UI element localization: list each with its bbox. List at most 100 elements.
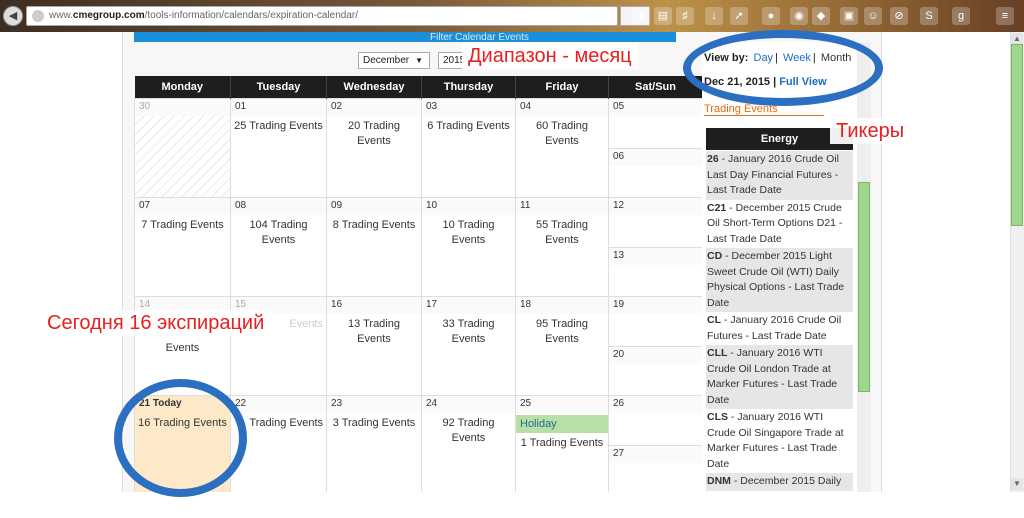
weekday-header: Monday xyxy=(134,76,231,98)
day-number: 08 xyxy=(231,197,326,215)
day-number: 27 xyxy=(609,445,702,463)
day-number: 12 xyxy=(609,197,702,215)
trading-events-link[interactable]: 60 Trading Events xyxy=(516,116,608,152)
day-number: 18 xyxy=(516,296,608,314)
weekday-header-row: Monday Tuesday Wednesday Thursday Friday… xyxy=(134,76,703,98)
sunday-section: 20 xyxy=(609,345,702,364)
pocket-icon[interactable]: ♯ xyxy=(676,7,694,25)
page-scrollbar-thumb[interactable] xyxy=(1011,44,1023,226)
day-cell[interactable]: 11 55 Trading Events xyxy=(515,196,609,297)
filter-bar[interactable] xyxy=(134,32,676,42)
day-cell[interactable]: 16 13 Trading Events xyxy=(326,295,422,396)
back-button[interactable]: ◀ xyxy=(3,6,23,26)
day-cell[interactable]: 18 95 Trading Events xyxy=(515,295,609,396)
trading-events-link[interactable]: 10 Trading Events xyxy=(422,215,515,251)
trading-events-link[interactable]: 3 Trading Events xyxy=(327,413,421,434)
day-cell[interactable]: 25 Holiday 1 Trading Events xyxy=(515,394,609,495)
filter-calendar-events-label[interactable]: Filter Calendar Events xyxy=(430,32,529,43)
day-cell[interactable]: 03 6 Trading Events xyxy=(421,97,516,198)
extension-icon[interactable]: ◆ xyxy=(812,7,830,25)
ticker-code: C21 xyxy=(707,201,727,214)
week-row: 30 01 25 Trading Events 02 20 Trading Even… xyxy=(134,97,703,198)
day-cell[interactable]: 09 8 Trading Events xyxy=(326,196,422,297)
day-cell[interactable]: 08 104 Trading Events xyxy=(230,196,327,297)
trading-events-link[interactable]: 1 Trading Events xyxy=(516,433,608,454)
day-number: 10 xyxy=(422,197,515,215)
day-cell[interactable]: 10 10 Trading Events xyxy=(421,196,516,297)
sunday-section: 13 xyxy=(609,246,702,265)
sunday-section: 27 xyxy=(609,444,702,463)
address-bar[interactable]: www.cmegroup.com/tools-information/calen… xyxy=(26,6,618,26)
trading-events-link[interactable]: 104 Trading Events xyxy=(231,215,326,251)
day-cell[interactable]: 04 60 Trading Events xyxy=(515,97,609,198)
day-number: 17 xyxy=(422,296,515,314)
day-number: 23 xyxy=(327,395,421,413)
event-item[interactable]: CL - January 2016 Crude Oil Futures - La… xyxy=(706,312,853,345)
day-number: 03 xyxy=(422,98,515,116)
skype-icon[interactable]: S xyxy=(920,7,938,25)
highlight-circle xyxy=(683,30,883,106)
event-item[interactable]: DNM - December 2015 Daily Crude Oil Cale… xyxy=(706,473,853,491)
reading-list-icon[interactable]: ▤ xyxy=(654,7,672,25)
ticker-code: CD xyxy=(707,250,723,262)
ticker-code: DNM xyxy=(707,475,731,487)
bookmark-star-icon[interactable]: ★ xyxy=(632,7,650,25)
day-cell[interactable]: 02 20 Trading Events xyxy=(326,97,422,198)
day-number: 11 xyxy=(516,197,608,215)
event-item[interactable]: C21 - December 2015 Crude Oil Short-Term… xyxy=(706,200,853,249)
trading-events-link[interactable]: 55 Trading Events xyxy=(516,215,608,251)
day-number: 04 xyxy=(516,98,608,116)
site-info-icon[interactable] xyxy=(32,10,44,22)
event-item[interactable]: CLS - January 2016 WTI Crude Oil Singapo… xyxy=(706,409,853,473)
menu-icon[interactable]: ≡ xyxy=(996,7,1014,25)
event-item[interactable]: CLL - January 2016 WTI Crude Oil London … xyxy=(706,345,853,409)
day-cell[interactable]: 07 7 Trading Events xyxy=(134,196,231,297)
extension-icon[interactable]: ● xyxy=(762,7,780,25)
trading-events-link[interactable]: 13 Trading Events xyxy=(327,314,421,350)
out-of-month-hatch xyxy=(135,115,230,197)
day-number: 24 xyxy=(422,395,515,413)
day-cell[interactable]: 23 3 Trading Events xyxy=(326,394,422,495)
download-icon[interactable]: ↓ xyxy=(705,7,723,25)
share-icon[interactable]: ➚ xyxy=(730,7,748,25)
trading-events-link[interactable]: 8 Trading Events xyxy=(327,215,421,236)
day-number: 07 xyxy=(135,197,230,215)
day-cell[interactable]: 24 92 Trading Events xyxy=(421,394,516,495)
weekend-cell[interactable]: 05 06 xyxy=(608,97,703,198)
smiley-icon[interactable]: ☺ xyxy=(864,7,882,25)
scroll-down-arrow-icon[interactable]: ▼ xyxy=(1011,478,1023,490)
page-footer-blank xyxy=(0,492,1024,518)
weekend-cell[interactable]: 19 20 xyxy=(608,295,703,396)
weekend-cell[interactable]: 12 13 xyxy=(608,196,703,297)
event-list: 26 - January 2016 Crude Oil Last Day Fin… xyxy=(706,151,853,491)
trading-events-link[interactable]: 6 Trading Events xyxy=(422,116,515,137)
trading-events-link[interactable]: 7 Trading Events xyxy=(135,215,230,236)
day-cell: 30 xyxy=(134,97,231,198)
extension-icon[interactable]: ◉ xyxy=(790,7,808,25)
day-number: 22 xyxy=(231,395,326,413)
trading-events-link[interactable]: 95 Trading Events xyxy=(516,314,608,350)
day-cell[interactable]: 17 33 Trading Events xyxy=(421,295,516,396)
day-cell[interactable]: 01 25 Trading Events xyxy=(230,97,327,198)
ticker-code: CLL xyxy=(707,347,728,359)
chevron-down-icon: ▼ xyxy=(415,56,424,65)
adblock-icon[interactable]: ⊘ xyxy=(890,7,908,25)
ticker-code: CLS xyxy=(707,411,728,423)
weekday-header: Tuesday xyxy=(230,76,327,98)
trading-events-link[interactable]: 25 Trading Events xyxy=(231,116,326,137)
screenshot-icon[interactable]: ▣ xyxy=(840,7,858,25)
event-item[interactable]: CD - December 2015 Light Sweet Crude Oil… xyxy=(706,248,853,312)
trading-events-link[interactable]: 92 Trading Events xyxy=(422,413,515,449)
event-item[interactable]: 26 - January 2016 Crude Oil Last Day Fin… xyxy=(706,151,853,200)
trading-events-link[interactable]: 20 Trading Events xyxy=(327,116,421,152)
day-number: 16 xyxy=(327,296,421,314)
weekend-cell[interactable]: 26 27 xyxy=(608,394,703,495)
annotation-range: Диапазон - месяц xyxy=(462,43,638,69)
trading-events-link[interactable]: 33 Trading Events xyxy=(422,314,515,350)
day-number: 13 xyxy=(609,247,702,265)
google-plus-icon[interactable]: g xyxy=(952,7,970,25)
weekday-header: Thursday xyxy=(421,76,516,98)
day-number: 26 xyxy=(609,395,702,413)
sidebar-scrollbar-thumb[interactable] xyxy=(858,182,870,392)
month-select[interactable]: December ▼ xyxy=(358,52,430,69)
